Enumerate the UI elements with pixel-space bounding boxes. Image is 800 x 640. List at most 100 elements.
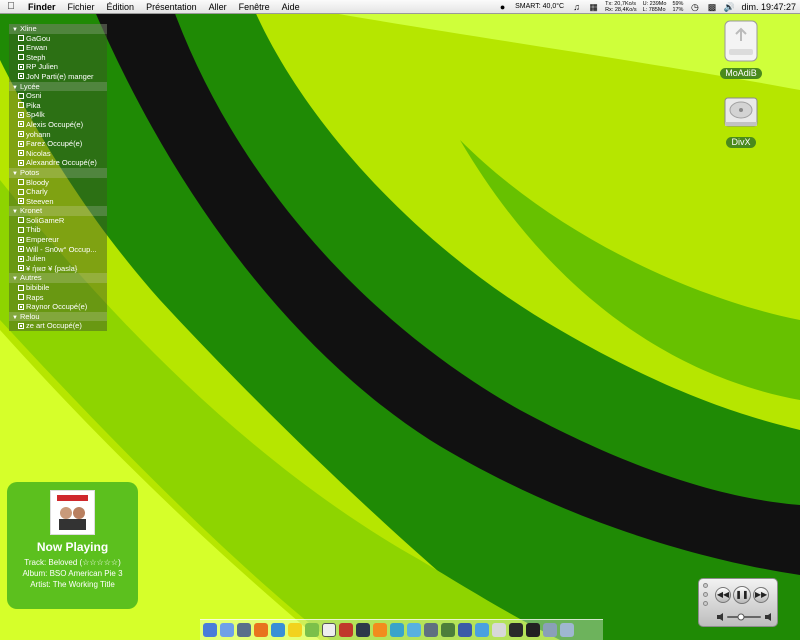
cpu-meter[interactable]: 59% 17% (669, 1, 686, 13)
spy-icon[interactable]: ● (497, 2, 508, 12)
buddy-row[interactable]: yohann (9, 129, 107, 140)
app-icon[interactable] (475, 623, 489, 637)
buddy-group-header[interactable]: ▼ Kronet (9, 206, 107, 216)
buddy-online-icon (18, 322, 24, 329)
window-flag-icon[interactable]: ▦ (588, 2, 599, 12)
apple-icon[interactable]:  (0, 1, 22, 12)
screen-icon[interactable] (424, 623, 438, 637)
buddy-row[interactable]: Sp4lk (9, 110, 107, 120)
snowman-icon[interactable] (339, 623, 353, 637)
trash-icon[interactable] (560, 623, 574, 637)
globe-icon[interactable] (237, 623, 251, 637)
volume-slider[interactable] (717, 613, 773, 621)
disk-divx[interactable]: DivX (711, 92, 771, 150)
memory-meter[interactable]: U: 239Mo L: 785Mo (640, 1, 670, 13)
buddy-group-header[interactable]: ▼ Potos (9, 167, 107, 178)
buddy-row[interactable]: Empereur (9, 235, 107, 245)
adium-icon[interactable] (305, 623, 319, 637)
network-meter[interactable]: Tx: 20,7Ko/s Rx: 28,4Ko/s (602, 1, 640, 13)
terminal-icon[interactable] (526, 623, 540, 637)
buddy-row[interactable]: ze art Occupé(e) (9, 321, 107, 331)
x11-icon[interactable] (322, 623, 336, 637)
buddy-row[interactable]: Bloody (9, 177, 107, 188)
buddy-name: Raynor Occupé(e) (26, 302, 88, 312)
menu-bar:  Finder Fichier Édition Présentation Al… (0, 0, 800, 14)
menu-fenetre[interactable]: Fenêtre (233, 0, 276, 14)
vlc-icon[interactable] (373, 623, 387, 637)
finder-icon[interactable] (203, 623, 217, 637)
menu-finder[interactable]: Finder (22, 0, 62, 14)
close-dot[interactable] (703, 583, 708, 588)
buddy-row[interactable]: Alexis Occupé(e) (9, 119, 107, 130)
pause-icon[interactable]: ❚❚ (733, 586, 751, 604)
buddy-row[interactable]: Erwan (9, 43, 107, 53)
film-icon[interactable] (509, 623, 523, 637)
buddy-name: Steeven (26, 196, 54, 206)
buddy-row[interactable]: Raps (9, 292, 107, 303)
buddy-row[interactable]: Raynor Occupé(e) (9, 302, 107, 312)
menu-fichier[interactable]: Fichier (62, 0, 101, 14)
mail-icon[interactable] (220, 623, 234, 637)
buddy-row[interactable]: JoN Parti(e) manger (9, 71, 107, 82)
buddy-row[interactable]: Nicolas (9, 148, 107, 159)
buddy-row[interactable]: Steph (9, 52, 107, 63)
imovie-icon[interactable] (458, 623, 472, 637)
smart-temperature[interactable]: SMART: 40,0°C (511, 0, 568, 14)
buddy-row[interactable]: bibibile (9, 283, 107, 293)
disclosure-triangle-icon[interactable]: ▼ (12, 26, 18, 34)
menu-presentation[interactable]: Présentation (140, 0, 203, 14)
menu-aide[interactable]: Aide (276, 0, 306, 14)
buddy-name: bibibile (26, 283, 50, 293)
menu-edition[interactable]: Édition (101, 0, 141, 14)
rewind-icon[interactable]: ◀◀ (715, 587, 731, 603)
buddy-row[interactable]: Farez Occupé(e) (9, 139, 107, 149)
buddy-list: ▼ Xline GaGou Erwan Steph RP Julien JoN Parti(… (9, 24, 107, 331)
media-icon[interactable] (390, 623, 404, 637)
clock-icon[interactable]: ◷ (689, 2, 700, 12)
buddy-name: JoN Parti(e) manger (26, 71, 94, 81)
fast-forward-icon[interactable]: ▶▶ (753, 587, 769, 603)
iphoto-icon[interactable] (441, 623, 455, 637)
buddy-group-name: Xline (19, 24, 37, 33)
buddy-row[interactable]: Osni (9, 91, 107, 101)
window-icon[interactable] (492, 623, 506, 637)
buddy-group-name: Kronet (19, 206, 43, 216)
menu-clock[interactable]: dim. 19:47:27 (737, 0, 800, 14)
volume-icon[interactable]: 🔊 (723, 2, 734, 12)
buddy-row[interactable]: Thib (9, 225, 107, 236)
safari-icon[interactable] (271, 623, 285, 637)
buddy-row[interactable]: RP Julien (9, 62, 107, 72)
buddy-row[interactable]: Will - Sn0w° Occup... (9, 244, 107, 255)
buddy-row[interactable]: ¥ ήιкσ ¥ {pasla} (9, 263, 107, 274)
music-note-icon[interactable]: ♫ (571, 2, 582, 12)
menu-aller[interactable]: Aller (203, 0, 233, 14)
display-icon[interactable]: ▩ (706, 2, 717, 12)
cube-icon[interactable] (356, 623, 370, 637)
minimize-dot[interactable] (703, 592, 708, 597)
duck-icon[interactable] (288, 623, 302, 637)
buddy-row[interactable]: Pika (9, 100, 107, 111)
disclosure-triangle-icon[interactable]: ▼ (12, 84, 18, 92)
buddy-row[interactable]: Alexandre Occupé(e) (9, 158, 107, 168)
now-playing-artist: Artist: The Working Title (30, 580, 115, 589)
disclosure-triangle-icon[interactable]: ▼ (12, 314, 18, 322)
buddy-row[interactable]: SoliGameR (9, 215, 107, 226)
disclosure-triangle-icon[interactable]: ▼ (12, 208, 18, 216)
itunes-icon[interactable] (407, 623, 421, 637)
now-playing-widget[interactable]: Now Playing Track: Beloved (☆☆☆☆☆) Album… (7, 482, 138, 609)
buddy-group-header[interactable]: ▼ Lycée (9, 81, 107, 92)
buddy-row[interactable]: GaGou (9, 33, 107, 44)
buddy-row[interactable]: Charly (9, 187, 107, 197)
buddy-online-icon (18, 63, 24, 70)
buddy-row[interactable]: Julien (9, 254, 107, 264)
buddy-group-header[interactable]: ▼ Xline (9, 24, 107, 34)
disk-moadib[interactable]: MoAdiB (711, 19, 771, 81)
disclosure-triangle-icon[interactable]: ▼ (12, 275, 18, 283)
firefox-icon[interactable] (254, 623, 268, 637)
prefs-icon[interactable] (543, 623, 557, 637)
buddy-row[interactable]: Steeven (9, 196, 107, 207)
buddy-group-header[interactable]: ▼ Autres (9, 273, 107, 284)
buddy-group-header[interactable]: ▼ Relou (9, 311, 107, 322)
disclosure-triangle-icon[interactable]: ▼ (12, 170, 18, 178)
zoom-dot[interactable] (703, 601, 708, 606)
